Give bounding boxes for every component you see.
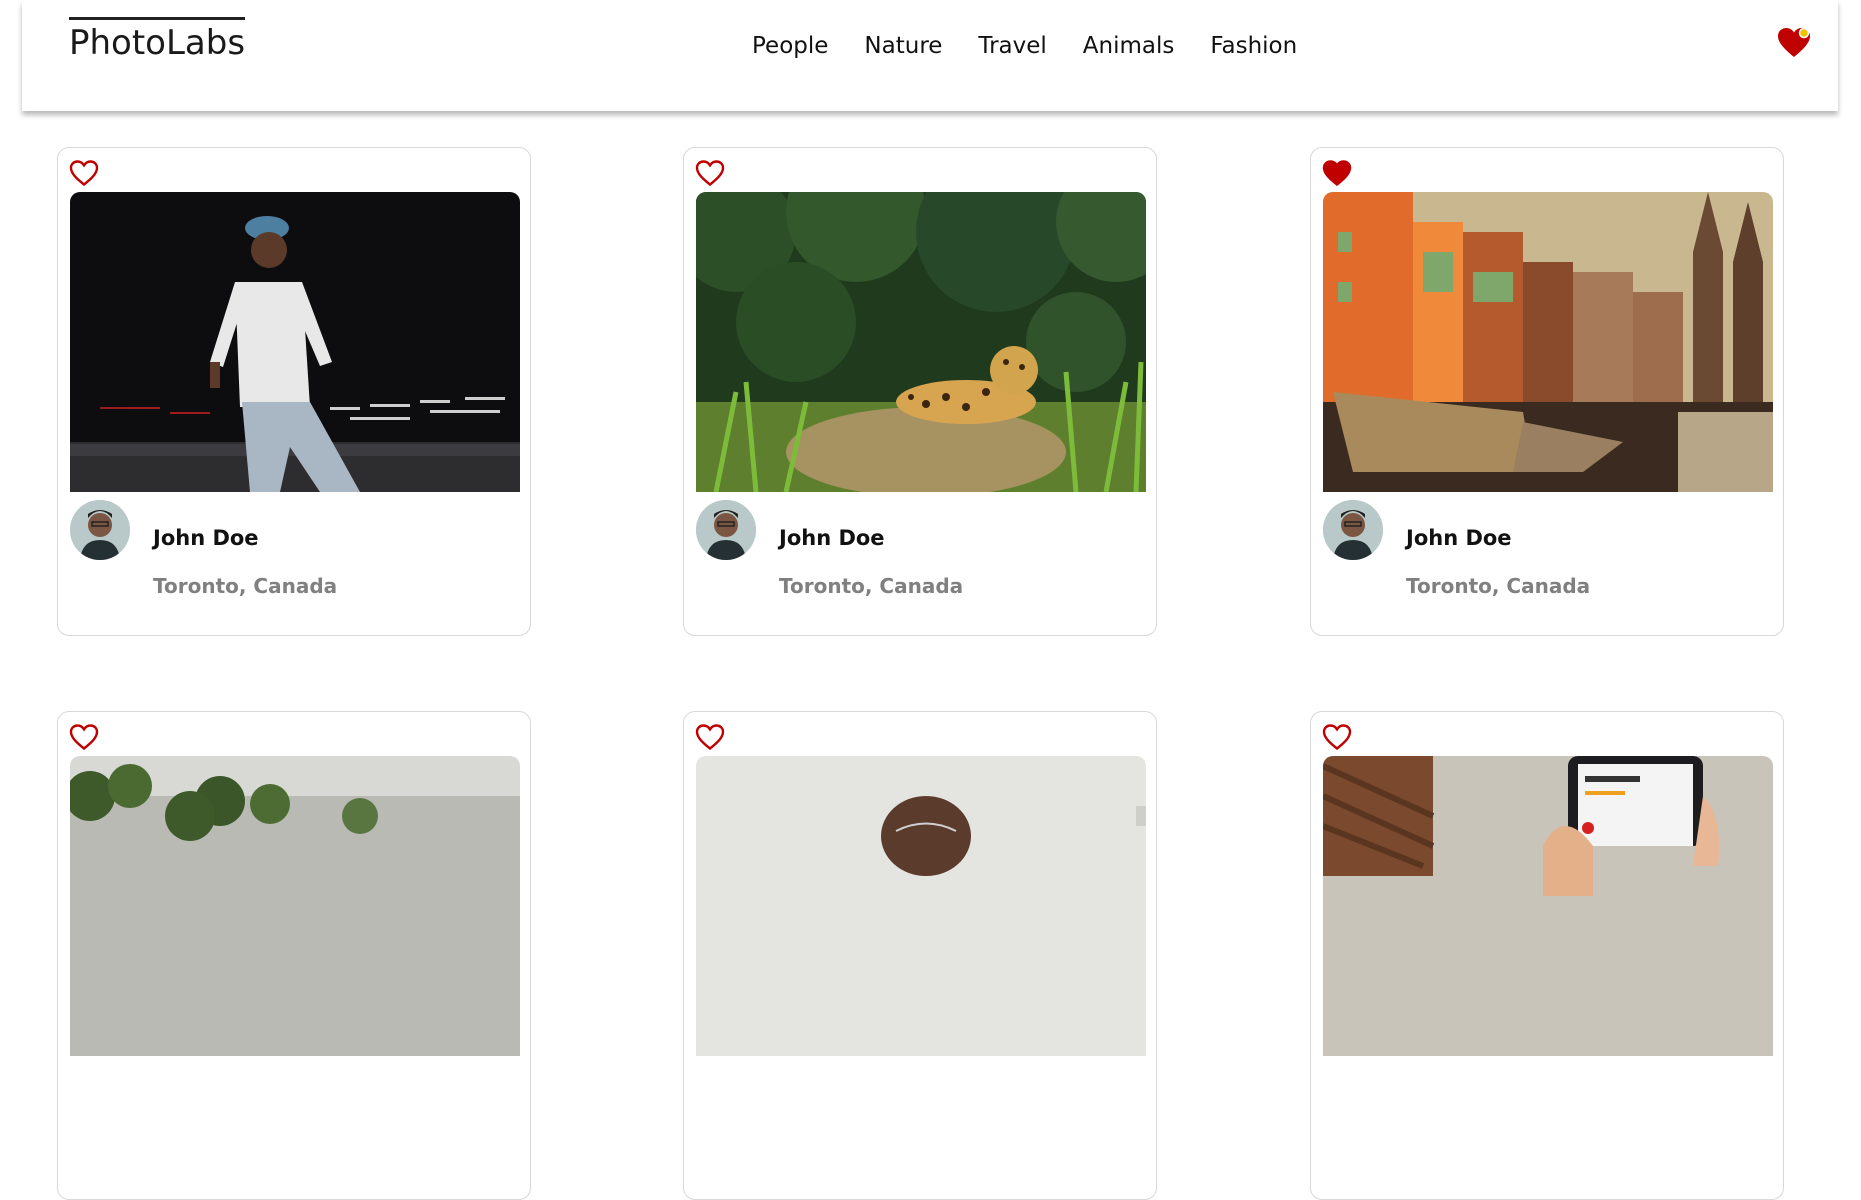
heart-filled-icon[interactable] (1322, 159, 1352, 187)
photo-image[interactable] (696, 192, 1146, 492)
topic-people[interactable]: People (752, 26, 828, 66)
user-name: John Doe (153, 526, 259, 550)
photo-card[interactable]: John Doe Toronto, Canada (683, 147, 1157, 636)
user-avatar (1323, 500, 1383, 560)
heart-outline-icon[interactable] (1322, 723, 1352, 751)
user-location: Toronto, Canada (1406, 574, 1591, 598)
user-location: Toronto, Canada (779, 574, 964, 598)
photo-card[interactable]: John Doe Toronto, Canada (1310, 147, 1784, 636)
heart-outline-icon[interactable] (69, 723, 99, 751)
logo[interactable]: PhotoLabs (69, 17, 246, 68)
user-name: John Doe (779, 526, 885, 550)
user-name: John Doe (1406, 526, 1512, 550)
topic-nature[interactable]: Nature (864, 26, 942, 66)
topic-travel[interactable]: Travel (978, 26, 1046, 66)
photo-image[interactable] (1323, 192, 1773, 492)
topic-fashion[interactable]: Fashion (1210, 26, 1297, 66)
topic-animals[interactable]: Animals (1083, 26, 1175, 66)
user-avatar (70, 500, 130, 560)
heart-outline-icon[interactable] (695, 723, 725, 751)
photo-image[interactable] (696, 756, 1146, 1056)
photo-image[interactable] (70, 756, 520, 1056)
user-avatar (696, 500, 756, 560)
top-navigation-bar: PhotoLabs People Nature Travel Animals F… (22, 0, 1838, 111)
heart-outline-icon[interactable] (695, 159, 725, 187)
photo-card[interactable] (683, 711, 1157, 1200)
photo-card[interactable] (1310, 711, 1784, 1200)
photo-image[interactable] (1323, 756, 1773, 1056)
favorites-heart-icon[interactable] (1777, 26, 1811, 60)
user-location: Toronto, Canada (153, 574, 338, 598)
topic-list: People Nature Travel Animals Fashion (752, 26, 1297, 66)
photo-image[interactable] (70, 192, 520, 492)
photo-card[interactable]: John Doe Toronto, Canada (57, 147, 531, 636)
photo-card[interactable] (57, 711, 531, 1200)
heart-outline-icon[interactable] (69, 159, 99, 187)
